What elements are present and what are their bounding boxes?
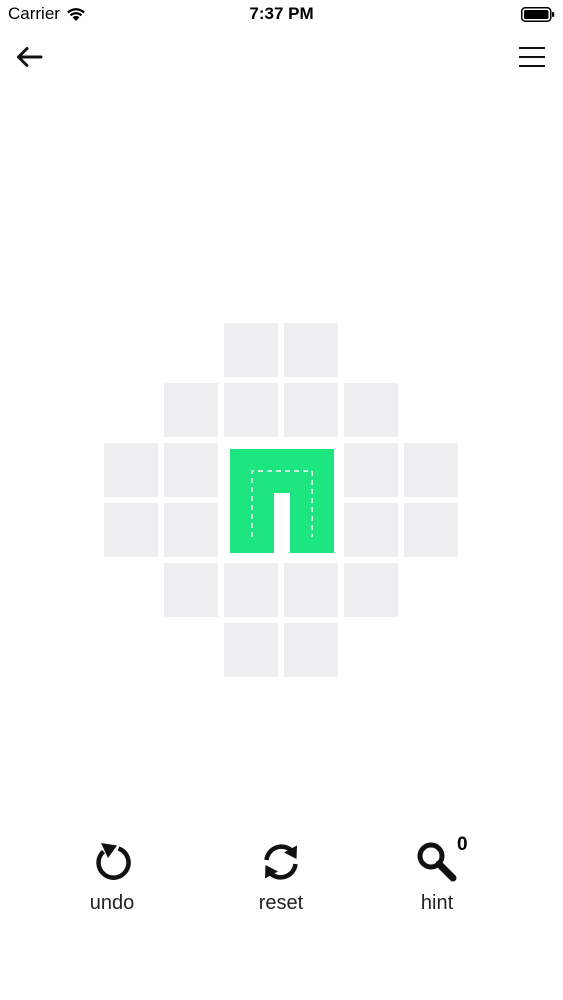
board-cell[interactable] (164, 443, 218, 497)
board-cell[interactable] (224, 563, 278, 617)
reset-icon (264, 844, 298, 880)
back-button[interactable] (12, 40, 46, 74)
board-cell[interactable] (104, 443, 158, 497)
undo-button[interactable]: undo (62, 838, 162, 928)
magnifier-icon (417, 842, 457, 882)
board-cell[interactable] (404, 503, 458, 557)
hint-count-badge: 0 (457, 834, 468, 855)
status-bar: Carrier 7:37 PM (0, 0, 563, 30)
menu-button[interactable] (515, 40, 549, 74)
status-time: 7:37 PM (249, 4, 314, 23)
board-cell[interactable] (224, 383, 278, 437)
hint-label: hint (420, 892, 454, 914)
board-cell[interactable] (344, 383, 398, 437)
undo-icon (96, 843, 131, 880)
n-shape-piece[interactable] (230, 449, 334, 553)
board-cell[interactable] (164, 563, 218, 617)
board-cell[interactable] (344, 443, 398, 497)
board-cell[interactable] (404, 443, 458, 497)
board-cell[interactable] (224, 323, 278, 377)
board-cell[interactable] (164, 383, 218, 437)
game-board (104, 323, 460, 679)
back-arrow-icon (17, 47, 43, 67)
board-cell[interactable] (284, 563, 338, 617)
hamburger-menu-icon (519, 47, 545, 67)
hint-button[interactable]: 0 hint (387, 834, 487, 928)
board-cell[interactable] (344, 563, 398, 617)
board-cell[interactable] (344, 503, 398, 557)
board-cell[interactable] (284, 623, 338, 677)
board-cell[interactable] (164, 503, 218, 557)
reset-button[interactable]: reset (231, 838, 331, 928)
undo-label: undo (89, 892, 135, 914)
reset-label: reset (258, 892, 304, 914)
board-cell[interactable] (284, 323, 338, 377)
board-cell[interactable] (224, 623, 278, 677)
board-cell[interactable] (104, 503, 158, 557)
battery-full-icon (521, 7, 555, 22)
board-cell[interactable] (284, 383, 338, 437)
